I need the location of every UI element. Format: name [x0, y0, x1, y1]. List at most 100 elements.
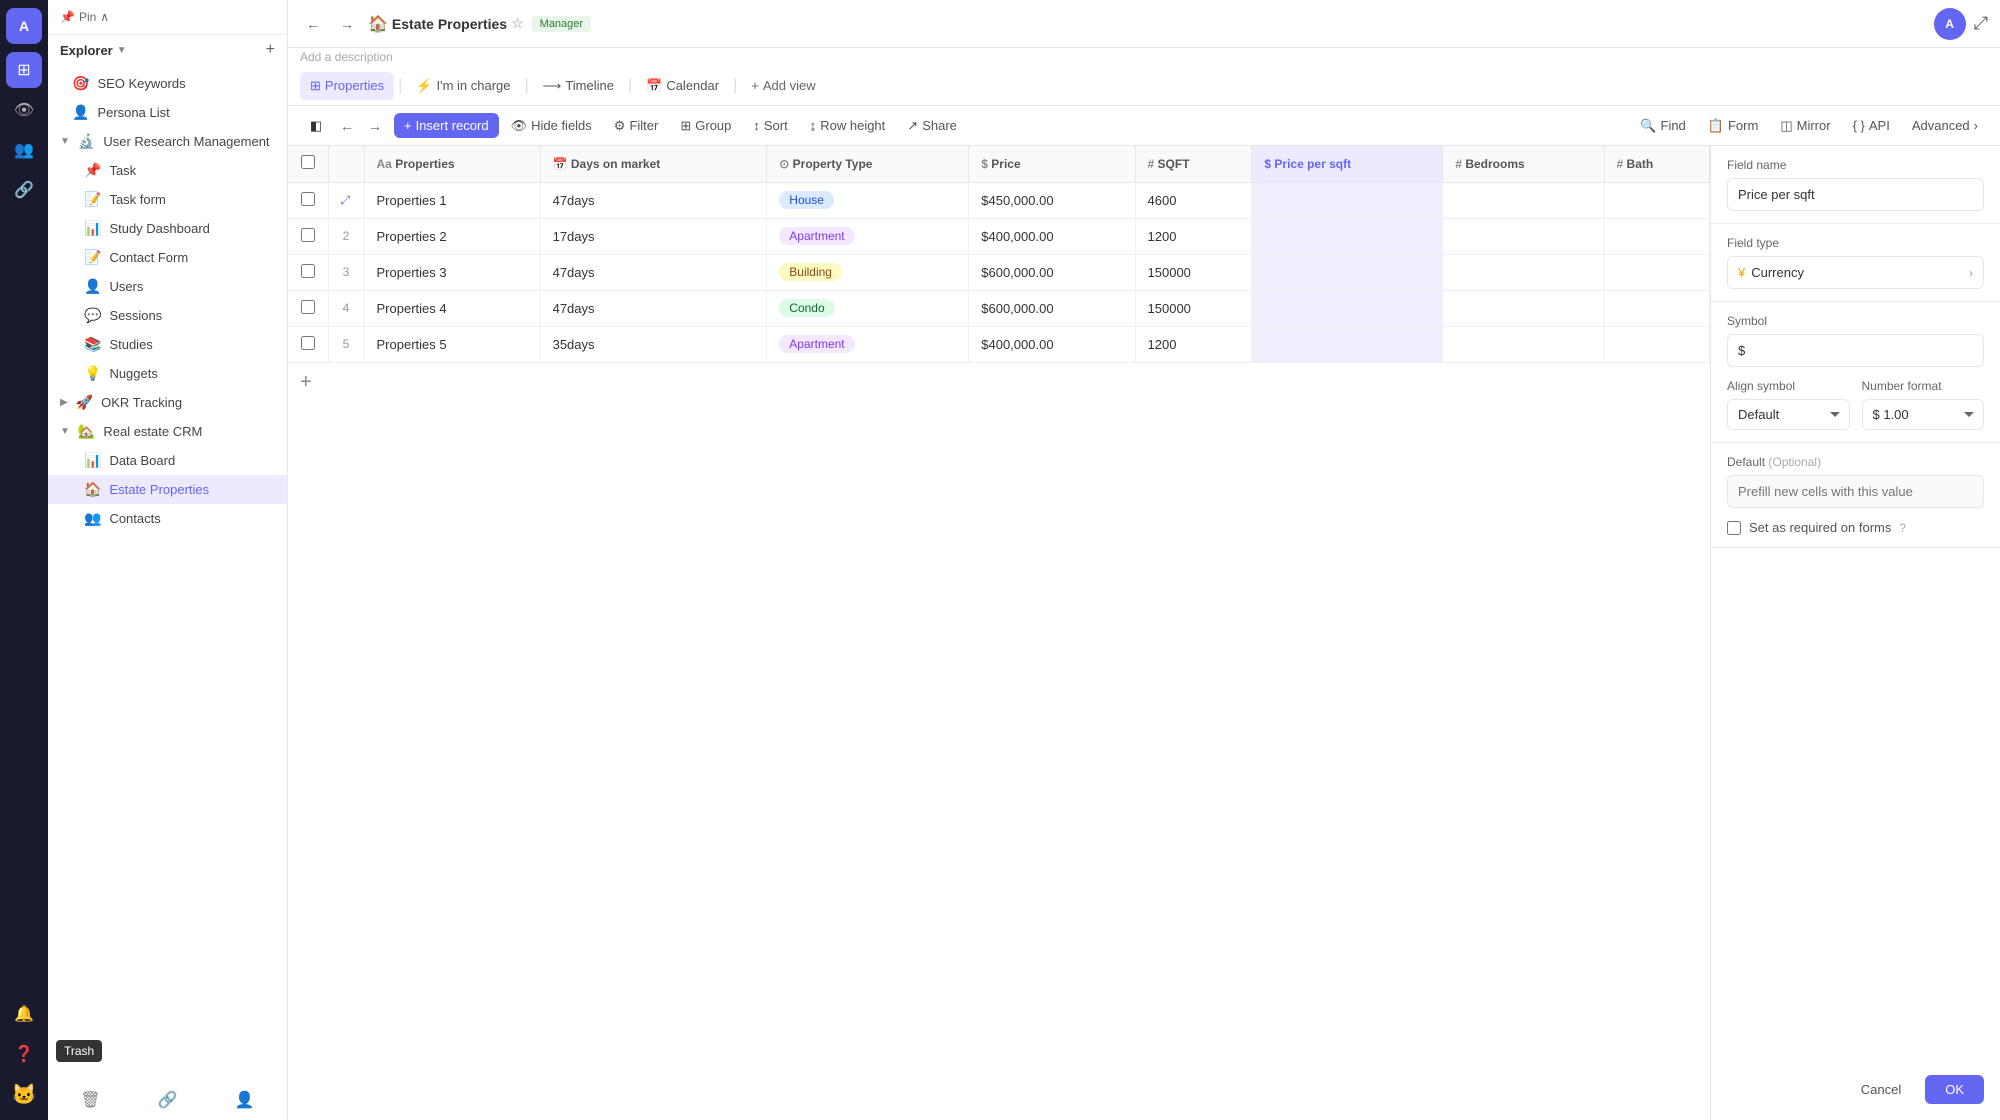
add-explorer-button[interactable]: + — [266, 41, 275, 59]
sidebar-item-studies[interactable]: 📚 Studies — [48, 330, 287, 359]
row-days-1[interactable]: 47days — [540, 182, 767, 218]
row-bath-1[interactable] — [1604, 182, 1709, 218]
row-bedrooms-4[interactable] — [1443, 290, 1604, 326]
field-name-input[interactable] — [1727, 178, 1984, 211]
forward-button[interactable]: → — [334, 12, 360, 36]
row-bath-5[interactable] — [1604, 326, 1709, 362]
col-price-per-sqft[interactable]: $ Price per sqft — [1252, 146, 1443, 182]
tab-in-charge[interactable]: ⚡ I'm in charge — [406, 72, 520, 100]
find-button[interactable]: 🔍 Find — [1630, 113, 1695, 139]
filter-button[interactable]: ⚙ Filter — [604, 113, 669, 139]
app-avatar[interactable]: A — [6, 8, 42, 44]
row-price-2[interactable]: $400,000.00 — [969, 218, 1135, 254]
row-pps-3[interactable] — [1252, 254, 1443, 290]
collapse-panel-button[interactable]: ◧ — [300, 110, 332, 142]
row-name-2[interactable]: Properties 2 — [364, 218, 540, 254]
sidebar-item-task-form[interactable]: 📝 Task form — [48, 185, 287, 214]
explorer-title[interactable]: Explorer ▼ — [60, 43, 127, 58]
row-days-5[interactable]: 35days — [540, 326, 767, 362]
select-all-checkbox[interactable] — [301, 155, 315, 169]
row-pps-2[interactable] — [1252, 218, 1443, 254]
sidebar-item-task[interactable]: 📌 Task — [48, 156, 287, 185]
api-button[interactable]: { } API — [1843, 113, 1900, 138]
col-bath[interactable]: # Bath — [1604, 146, 1709, 182]
expand-icon[interactable]: ⤢ — [341, 193, 351, 208]
star-icon[interactable]: ☆ — [511, 15, 524, 32]
sidebar-icon-home[interactable]: ⊞ — [6, 52, 42, 88]
sidebar-icon-grid[interactable]: 👁 — [6, 92, 42, 128]
sidebar-item-study-dashboard[interactable]: 📊 Study Dashboard — [48, 214, 287, 243]
row-type-2[interactable]: Apartment — [767, 218, 969, 254]
col-properties[interactable]: Aa Properties — [364, 146, 540, 182]
sidebar-item-contacts[interactable]: 👥 Contacts — [48, 504, 287, 533]
tab-properties[interactable]: ⊞ Properties — [300, 72, 394, 100]
row-bath-2[interactable] — [1604, 218, 1709, 254]
sidebar-item-users[interactable]: 👤 Users — [48, 272, 287, 301]
insert-record-button[interactable]: + Insert record — [394, 113, 499, 138]
sidebar-item-real-estate[interactable]: ▼ 🏡 Real estate CRM — [48, 417, 287, 446]
back-button[interactable]: ← — [300, 12, 326, 36]
default-input[interactable] — [1727, 475, 1984, 508]
ok-button[interactable]: OK — [1925, 1075, 1984, 1104]
share-button[interactable]: 🔗 — [152, 1084, 184, 1116]
sidebar-icon-help[interactable]: ❓ — [6, 1036, 42, 1072]
col-bedrooms[interactable]: # Bedrooms — [1443, 146, 1604, 182]
trash-button[interactable]: 🗑 — [75, 1084, 107, 1116]
sidebar-item-contact-form[interactable]: 📝 Contact Form — [48, 243, 287, 272]
row-bedrooms-1[interactable] — [1443, 182, 1604, 218]
sidebar-icon-avatar[interactable]: 🐱 — [6, 1076, 42, 1112]
row-checkbox-4[interactable] — [288, 290, 328, 326]
group-button[interactable]: ⊞ Group — [670, 113, 741, 139]
row-name-5[interactable]: Properties 5 — [364, 326, 540, 362]
share-toolbar-button[interactable]: ↗ Share — [897, 113, 967, 139]
row-days-2[interactable]: 17days — [540, 218, 767, 254]
tab-timeline[interactable]: ⟶ Timeline — [533, 72, 624, 100]
row-bedrooms-3[interactable] — [1443, 254, 1604, 290]
symbol-input[interactable] — [1727, 334, 1984, 367]
sidebar-icon-bell[interactable]: 🔔 — [6, 996, 42, 1032]
col-property-type[interactable]: ⊙ Property Type — [767, 146, 969, 182]
sidebar-item-user-research[interactable]: ▼ 🔬 User Research Management — [48, 127, 287, 156]
number-format-select[interactable]: $ 1.00 — [1862, 399, 1985, 430]
row-checkbox-3[interactable] — [288, 254, 328, 290]
align-symbol-select[interactable]: Default Left Right — [1727, 399, 1850, 430]
row-pps-5[interactable] — [1252, 326, 1443, 362]
row-type-4[interactable]: Condo — [767, 290, 969, 326]
row-height-button[interactable]: ↨ Row height — [800, 113, 896, 138]
row-sqft-4[interactable]: 150000 — [1135, 290, 1252, 326]
row-type-5[interactable]: Apartment — [767, 326, 969, 362]
sidebar-icon-link[interactable]: 🔗 — [6, 172, 42, 208]
cancel-button[interactable]: Cancel — [1845, 1075, 1917, 1104]
row-price-5[interactable]: $400,000.00 — [969, 326, 1135, 362]
user-avatar[interactable]: A — [1934, 8, 1966, 40]
row-name-1[interactable]: Properties 1 — [364, 182, 540, 218]
sidebar-item-seo-keywords[interactable]: 🎯 SEO Keywords — [48, 69, 287, 98]
row-price-4[interactable]: $600,000.00 — [969, 290, 1135, 326]
sidebar-item-data-board[interactable]: 📊 Data Board — [48, 446, 287, 475]
description-text[interactable]: Add a description — [300, 50, 393, 64]
add-view-button[interactable]: + Add view — [741, 72, 825, 99]
row-bath-3[interactable] — [1604, 254, 1709, 290]
row-checkbox-1[interactable] — [288, 182, 328, 218]
hide-fields-button[interactable]: 👁 Hide fields — [501, 113, 602, 139]
row-sqft-1[interactable]: 4600 — [1135, 182, 1252, 218]
row-days-4[interactable]: 47days — [540, 290, 767, 326]
add-member-button[interactable]: 👤 — [229, 1084, 261, 1116]
mirror-button[interactable]: ◫ Mirror — [1770, 113, 1840, 139]
row-price-1[interactable]: $450,000.00 — [969, 182, 1135, 218]
share-top-button[interactable]: ⤢ — [1974, 13, 1988, 34]
row-sqft-2[interactable]: 1200 — [1135, 218, 1252, 254]
row-pps-1[interactable] — [1252, 182, 1443, 218]
row-bath-4[interactable] — [1604, 290, 1709, 326]
row-bedrooms-5[interactable] — [1443, 326, 1604, 362]
help-icon[interactable]: ? — [1899, 521, 1906, 535]
col-price[interactable]: $ Price — [969, 146, 1135, 182]
toolbar-forward-button[interactable]: → — [362, 114, 388, 138]
pin-button[interactable]: 📌 Pin ∧ — [60, 10, 109, 24]
toolbar-back-button[interactable]: ← — [334, 114, 360, 138]
sidebar-item-estate-properties[interactable]: 🏠 Estate Properties — [48, 475, 287, 504]
row-checkbox-2[interactable] — [288, 218, 328, 254]
row-name-4[interactable]: Properties 4 — [364, 290, 540, 326]
tab-calendar[interactable]: 📅 Calendar — [636, 72, 729, 100]
row-name-3[interactable]: Properties 3 — [364, 254, 540, 290]
